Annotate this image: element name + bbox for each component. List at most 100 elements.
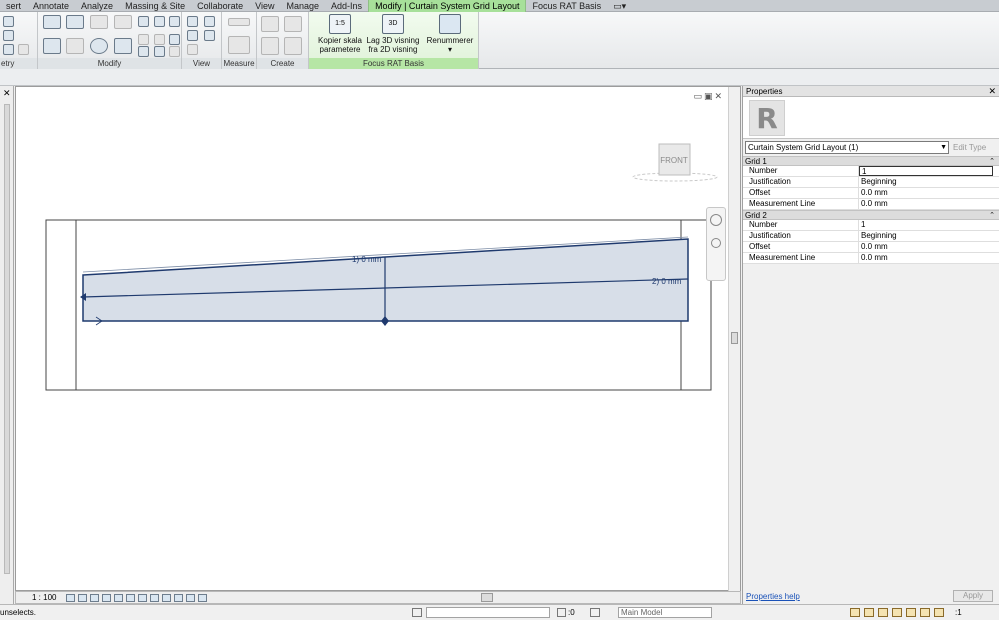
background-process-icon[interactable]	[920, 608, 930, 617]
reveal-constraints-icon[interactable]	[198, 594, 207, 602]
offset-icon[interactable]	[66, 15, 84, 29]
trim-icon[interactable]	[114, 38, 132, 54]
measure-icon[interactable]	[228, 18, 250, 26]
cut-icon[interactable]	[3, 30, 14, 41]
view-horizontal-scrollbar[interactable]	[256, 593, 736, 603]
delete-icon[interactable]	[169, 46, 180, 57]
edit-type-button[interactable]: Edit Type	[953, 141, 986, 154]
group-header-grid-2[interactable]: Grid 2 ⌃	[743, 210, 999, 220]
move-icon[interactable]	[43, 38, 61, 54]
drag-elements-icon[interactable]	[906, 608, 916, 617]
shadows-icon[interactable]	[102, 594, 111, 602]
grid2-measurement-line-value[interactable]: 0.0 mm	[859, 253, 999, 263]
left-scrollbar[interactable]	[4, 104, 10, 574]
bulb-icon[interactable]	[187, 16, 198, 27]
properties-close-icon[interactable]: ✕	[988, 86, 996, 97]
editable-only-icon[interactable]	[557, 608, 566, 617]
align-icon[interactable]	[43, 15, 61, 29]
temp-hide-icon[interactable]	[138, 594, 147, 602]
array-icon[interactable]	[138, 34, 149, 45]
create-parts-icon[interactable]	[284, 16, 302, 32]
highlight-displacement-icon[interactable]	[186, 594, 195, 602]
crop-view-icon[interactable]	[114, 594, 123, 602]
select-by-face-icon[interactable]	[892, 608, 902, 617]
unpin-icon[interactable]	[154, 46, 165, 57]
mirror-axis-icon[interactable]	[90, 15, 108, 29]
close-icon[interactable]: ✕	[3, 88, 11, 99]
pin-icon[interactable]	[169, 34, 180, 45]
reveal-hidden-icon[interactable]	[150, 594, 159, 602]
copy-small-icon[interactable]	[154, 16, 165, 27]
tab-focus-rat-basis[interactable]: Focus RAT Basis	[526, 0, 607, 12]
navigation-bar[interactable]	[706, 207, 726, 281]
linework-icon[interactable]	[204, 30, 215, 41]
copy-icon[interactable]	[66, 38, 84, 54]
show-crop-icon[interactable]	[126, 594, 135, 602]
apply-button[interactable]: Apply	[953, 590, 993, 602]
view-horizontal-scroll-thumb[interactable]	[481, 593, 493, 602]
collapse-icon[interactable]: ⌃	[989, 211, 995, 221]
detail-level-icon[interactable]	[66, 594, 75, 602]
rotate-icon[interactable]	[90, 38, 108, 54]
join-icon[interactable]	[3, 16, 14, 27]
type-selector[interactable]: Curtain System Grid Layout (1) ▼	[745, 141, 949, 154]
tab-manage[interactable]: Manage	[281, 0, 326, 12]
tab-annotate[interactable]: Annotate	[27, 0, 75, 12]
design-options-icon[interactable]	[590, 608, 600, 617]
tab-add-ins[interactable]: Add-Ins	[325, 0, 368, 12]
grid-label-2[interactable]: 2) 0 mm	[652, 277, 682, 286]
lag-3d-visning-button[interactable]: 3D Lag 3D visning fra 2D visning	[362, 14, 424, 54]
group-header-grid-1[interactable]: Grid 1 ⌃	[743, 156, 999, 166]
zoom-icon[interactable]	[711, 238, 721, 248]
steering-wheel-icon[interactable]	[710, 214, 722, 226]
create-similar-icon[interactable]	[284, 37, 302, 55]
brush-icon[interactable]	[187, 30, 198, 41]
analytical-model-icon[interactable]	[174, 594, 183, 602]
sun-path-icon[interactable]	[90, 594, 99, 602]
select-underlay-icon[interactable]	[864, 608, 874, 617]
view-vertical-scrollbar[interactable]	[728, 87, 740, 592]
renummerer-button[interactable]: Renummerer ▾	[419, 14, 481, 54]
dimension-icon[interactable]	[228, 36, 250, 54]
drawing-canvas[interactable]: FRONT 1) 0 mm 2) 0 mm	[16, 87, 730, 592]
scale-icon[interactable]	[154, 34, 165, 45]
visual-style-icon[interactable]	[78, 594, 87, 602]
workset-icon[interactable]	[412, 608, 422, 617]
grid2-offset-value[interactable]: 0.0 mm	[859, 242, 999, 252]
view-scale[interactable]: 1 : 100	[32, 592, 56, 603]
grid1-number-input[interactable]: 1	[859, 166, 993, 176]
tab-collaborate[interactable]: Collaborate	[191, 0, 249, 12]
worksharing-icon[interactable]	[162, 594, 171, 602]
create-group-icon[interactable]	[261, 37, 279, 55]
move-small-icon[interactable]	[138, 16, 149, 27]
paint-icon[interactable]	[18, 44, 29, 55]
select-links-icon[interactable]	[850, 608, 860, 617]
tab-modify-curtain-grid-layout[interactable]: Modify | Curtain System Grid Layout	[368, 0, 527, 12]
properties-help-link[interactable]: Properties help	[746, 592, 800, 601]
create-assembly-icon[interactable]	[261, 16, 279, 32]
split-icon[interactable]	[138, 46, 149, 57]
grid2-justification-value[interactable]: Beginning	[859, 231, 999, 241]
mirror-draw-icon[interactable]	[114, 15, 132, 29]
select-pinned-icon[interactable]	[878, 608, 888, 617]
view-cube[interactable]: FRONT	[632, 143, 718, 182]
tab-insert[interactable]: sert	[0, 0, 27, 12]
wrench-icon[interactable]	[3, 44, 14, 55]
view-vertical-scroll-thumb[interactable]	[731, 332, 738, 344]
tab-massing-site[interactable]: Massing & Site	[119, 0, 191, 12]
grid-label-1[interactable]: 1) 0 mm	[352, 255, 382, 264]
override-graphics-icon[interactable]	[204, 16, 215, 27]
hide-icon[interactable]	[187, 44, 198, 55]
tab-analyze[interactable]: Analyze	[75, 0, 119, 12]
grid1-justification-value[interactable]: Beginning	[859, 177, 999, 187]
chevron-down-icon[interactable]: ▼	[940, 142, 947, 153]
grid1-offset-value[interactable]: 0.0 mm	[859, 188, 999, 198]
design-option-selector[interactable]: Main Model	[618, 607, 712, 618]
rotate-small-icon[interactable]	[169, 16, 180, 27]
workset-selector[interactable]	[426, 607, 550, 618]
grid2-number-value[interactable]: 1	[859, 220, 999, 230]
filter-icon[interactable]	[934, 608, 944, 617]
view-window-controls[interactable]: ▭▣✕	[693, 91, 724, 102]
ribbon-minimize-icon[interactable]: ▭▾	[607, 0, 632, 12]
grid1-measurement-line-value[interactable]: 0.0 mm	[859, 199, 999, 209]
